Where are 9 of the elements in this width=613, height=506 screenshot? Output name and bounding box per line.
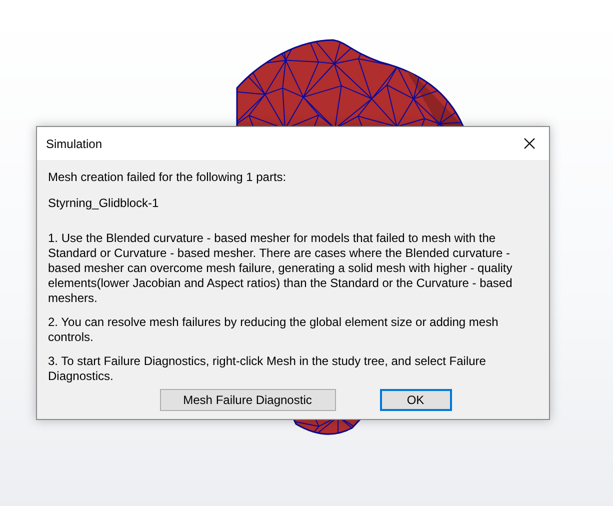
advice-paragraph: 3. To start Failure Diagnostics, right-click Mesh in the study tree, and select Failure Diagnostics.	[48, 354, 487, 384]
window-title: Simulation	[46, 136, 102, 150]
advice-paragraph: 1. Use the Blended curvature - based mesher for models that failed to mesh with the Standard or Curvature - based mesher. There are cases where the Blended curvature - based mesher can overcome mesh failure, generating a solid mesh with higher - quality elements(lower Jacobian and Aspect ratios) than the Standard or the Curvature - based meshers.	[48, 231, 514, 306]
error-heading: Mesh creation failed for the following 1 parts:	[48, 170, 288, 185]
advice-paragraph: 2. You can resolve mesh failures by reducing the global element size or adding mesh controls.	[48, 315, 500, 345]
ok-button[interactable]: OK	[380, 389, 452, 411]
diagnostic-button[interactable]: Mesh Failure Diagnostic	[160, 389, 336, 411]
part-name: Styrning_Glidblock-1	[48, 196, 160, 211]
close-icon	[524, 138, 534, 149]
